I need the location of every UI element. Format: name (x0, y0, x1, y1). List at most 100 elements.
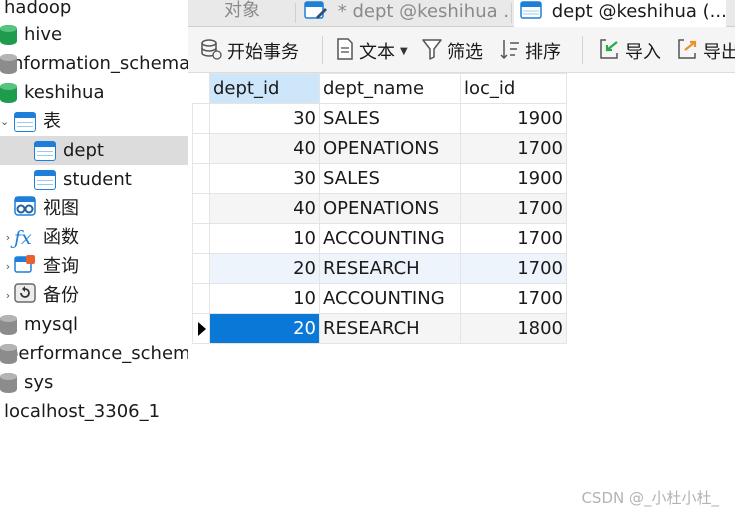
grid-header-row: dept_id dept_name loc_id (192, 73, 567, 104)
column-header-loc-id[interactable]: loc_id (460, 73, 567, 104)
cell-dept-id[interactable]: 40 (209, 193, 320, 224)
cell-dept-id[interactable]: 10 (209, 223, 320, 254)
tree-db-performance-schema[interactable]: performance_schema (0, 339, 188, 368)
database-transaction-icon (200, 38, 222, 65)
tree-item-label: information_schema (7, 53, 188, 74)
tree-item-label: hadoop (4, 0, 72, 18)
table-icon (520, 0, 542, 26)
tree-folder-views[interactable]: 视图 (0, 194, 188, 223)
tree-db-sys[interactable]: sys (0, 368, 188, 397)
row-marker-header (192, 73, 210, 104)
column-header-dept-id[interactable]: dept_id (209, 73, 320, 104)
cell-dept-name[interactable]: OPENATIONS (319, 193, 461, 224)
tree-folder-backups[interactable]: › 备份 (0, 281, 188, 310)
tree-db-mysql[interactable]: mysql (0, 310, 188, 339)
sort-button[interactable]: 排序 (500, 38, 561, 64)
table-edit-icon (304, 0, 328, 26)
cell-dept-name[interactable]: OPENATIONS (319, 133, 461, 164)
tree-table-student[interactable]: student (0, 165, 188, 194)
button-label: 开始事务 (227, 42, 299, 63)
cell-loc-id[interactable]: 1800 (460, 313, 567, 344)
tab-label: 对象 (224, 0, 260, 21)
cell-dept-name[interactable]: ACCOUNTING (319, 283, 461, 314)
backup-icon (14, 283, 36, 308)
column-header-dept-name[interactable]: dept_name (319, 73, 461, 104)
tree-item-label: sys (24, 372, 54, 393)
button-label: 导入 (625, 42, 661, 63)
table-row[interactable]: 40 OPENATIONS 1700 (192, 133, 567, 164)
table-row[interactable]: 40 OPENATIONS 1700 (192, 193, 567, 224)
chevron-right-icon[interactable]: › (4, 289, 12, 302)
text-view-button[interactable]: 文本 ▼ (336, 37, 408, 64)
tree-db-hive[interactable]: hive (0, 20, 188, 49)
tree-item-label: 函数 (43, 227, 79, 248)
row-marker[interactable] (192, 103, 210, 134)
tab-objects[interactable]: 对象 (188, 0, 294, 27)
cell-dept-id[interactable]: 30 (209, 103, 320, 134)
cell-loc-id[interactable]: 1900 (460, 103, 567, 134)
table-row[interactable]: 10 ACCOUNTING 1700 (192, 283, 567, 314)
tree-item-label: 查询 (43, 256, 79, 277)
database-icon (0, 372, 17, 393)
tab-label: * dept @keshihua ... (337, 1, 510, 22)
tab-dept-modified[interactable]: * dept @keshihua ... (298, 0, 510, 27)
chevron-down-icon[interactable]: ⌄ (0, 115, 9, 128)
table-icon (34, 140, 56, 161)
cell-dept-id[interactable]: 30 (209, 163, 320, 194)
tree-db-keshihua[interactable]: keshihua (0, 78, 188, 107)
row-marker[interactable] (192, 253, 210, 284)
cell-dept-name[interactable]: SALES (319, 103, 461, 134)
cell-dept-name[interactable]: ACCOUNTING (319, 223, 461, 254)
cell-loc-id[interactable]: 1700 (460, 193, 567, 224)
table-row[interactable]: 10 ACCOUNTING 1700 (192, 223, 567, 254)
query-icon (14, 254, 36, 279)
tree-table-dept[interactable]: dept (0, 136, 188, 165)
cell-loc-id[interactable]: 1700 (460, 133, 567, 164)
cell-loc-id[interactable]: 1700 (460, 253, 567, 284)
cell-dept-name[interactable]: RESEARCH (319, 313, 461, 344)
cell-dept-id[interactable]: 10 (209, 283, 320, 314)
tree-folder-queries[interactable]: › 查询 (0, 252, 188, 281)
import-button[interactable]: 导入 (598, 38, 661, 64)
row-marker[interactable] (192, 283, 210, 314)
object-navigator: hadoop hive information_schema keshihua … (0, 0, 188, 516)
cell-loc-id[interactable]: 1700 (460, 223, 567, 254)
table-row[interactable]: 30 SALES 1900 (192, 103, 567, 134)
row-marker[interactable] (192, 193, 210, 224)
tab-label: dept @keshihua (... (551, 1, 726, 22)
tree-item-label: student (63, 169, 132, 190)
export-button[interactable]: 导出 (676, 38, 735, 64)
tree-item-label: keshihua (24, 82, 105, 103)
tree-folder-functions[interactable]: › ƒx 函数 (0, 223, 188, 252)
cell-dept-id[interactable]: 20 (209, 253, 320, 284)
row-marker[interactable] (192, 133, 210, 164)
export-icon (676, 38, 698, 65)
row-marker[interactable] (192, 223, 210, 254)
row-marker[interactable] (192, 163, 210, 194)
table-row-current[interactable]: 20 RESEARCH 1800 (192, 313, 567, 344)
tab-dept-active[interactable]: dept @keshihua (... (514, 0, 726, 27)
row-marker[interactable] (192, 313, 210, 344)
chevron-right-icon[interactable]: › (4, 231, 12, 244)
table-row[interactable]: 30 SALES 1900 (192, 163, 567, 194)
table-row[interactable]: 20 RESEARCH 1700 (192, 253, 567, 284)
chevron-right-icon[interactable]: › (4, 260, 12, 273)
filter-button[interactable]: 筛选 (422, 38, 483, 64)
tree-connection-localhost[interactable]: localhost_3306_1 (0, 397, 188, 426)
cell-dept-id[interactable]: 40 (209, 133, 320, 164)
database-icon (0, 82, 17, 103)
cell-dept-name[interactable]: SALES (319, 163, 461, 194)
cell-dept-id-selected[interactable]: 20 (209, 313, 320, 344)
begin-transaction-button[interactable]: 开始事务 (200, 38, 299, 64)
cell-dept-name[interactable]: RESEARCH (319, 253, 461, 284)
tree-connection-hadoop[interactable]: hadoop (0, 0, 188, 22)
tab-bar: 对象 * dept @keshihua ... dept @keshihua (… (188, 0, 735, 27)
cell-loc-id[interactable]: 1900 (460, 163, 567, 194)
cell-loc-id[interactable]: 1700 (460, 283, 567, 314)
sort-icon (500, 38, 520, 65)
tree-folder-tables[interactable]: ⌄ 表 (0, 107, 188, 136)
database-icon (0, 314, 17, 335)
tree-item-label: hive (24, 24, 63, 45)
tree-db-information-schema[interactable]: information_schema (0, 49, 188, 78)
button-label: 导出 (703, 42, 735, 63)
